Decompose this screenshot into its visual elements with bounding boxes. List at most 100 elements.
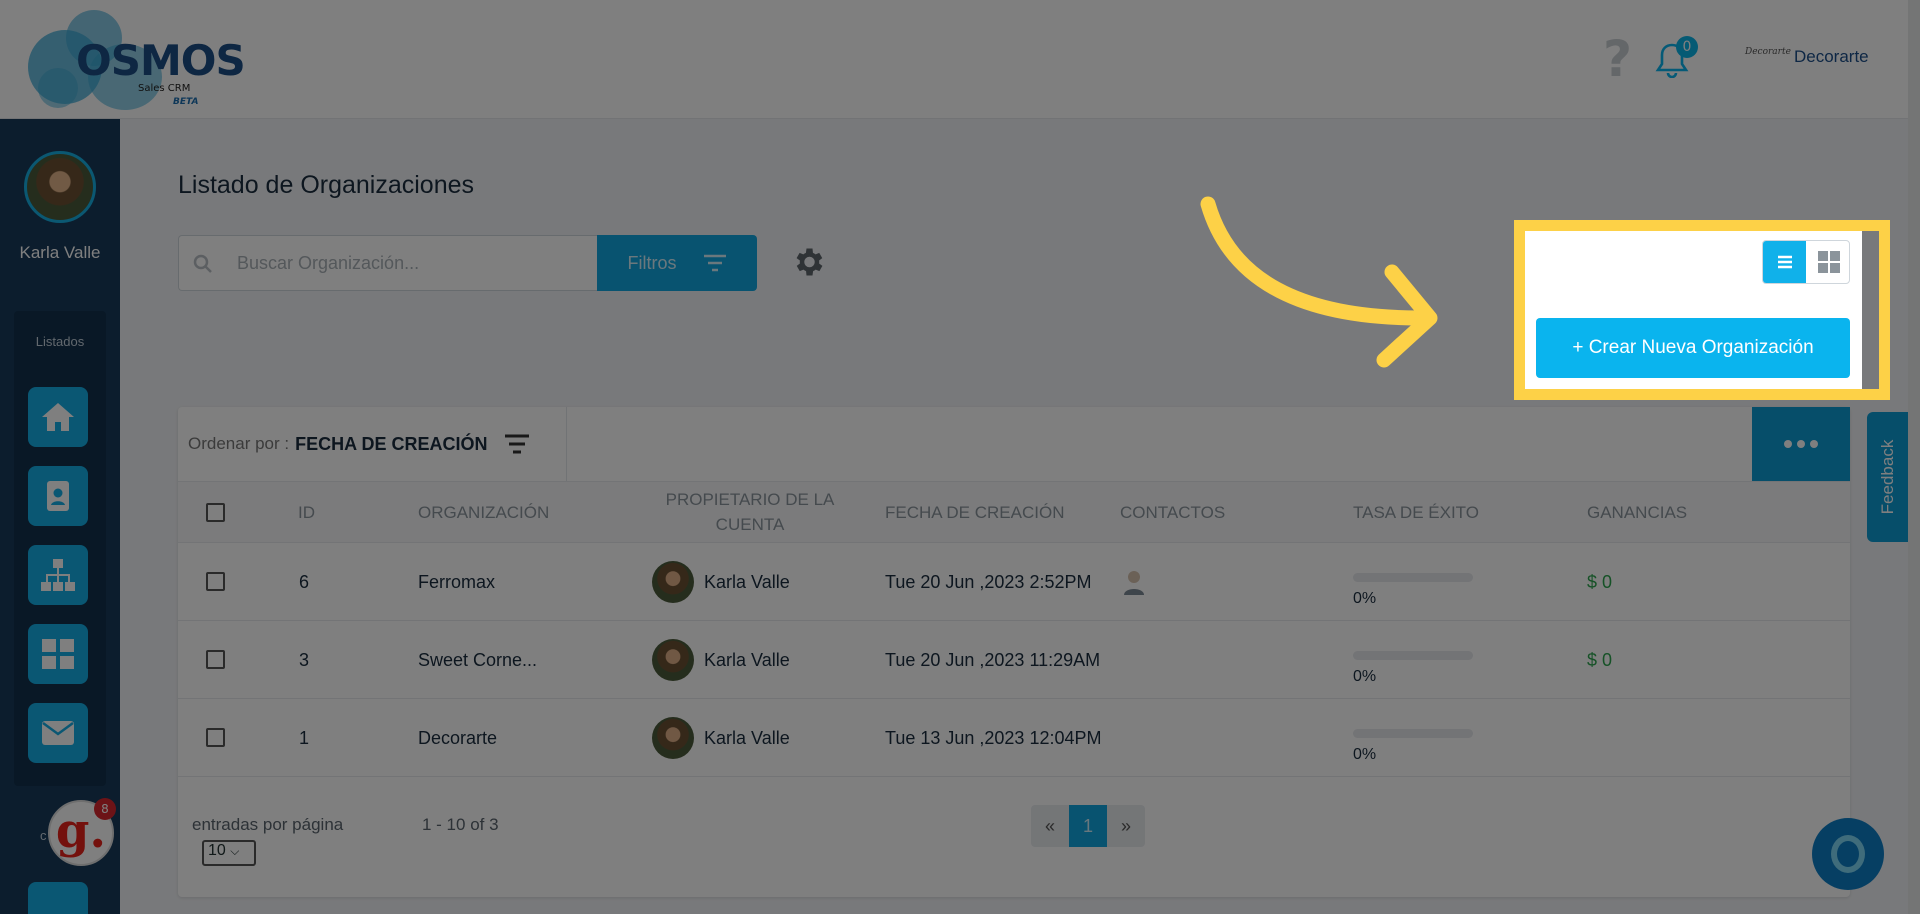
avatar xyxy=(652,717,694,759)
create-organization-button[interactable]: + Crear Nueva Organización xyxy=(1536,318,1850,378)
page-scrollbar[interactable] xyxy=(1908,0,1920,914)
success-rate-text: 0% xyxy=(1353,590,1377,607)
per-page-select[interactable]: 10 ⌵ xyxy=(202,840,256,866)
grid-view-button[interactable] xyxy=(1807,241,1849,283)
row-created: Tue 20 Jun ,2023 11:29AM xyxy=(885,649,1101,670)
row-id: 3 xyxy=(299,649,310,670)
row-earnings: $ 0 xyxy=(1587,649,1613,670)
list-view-icon xyxy=(1777,255,1792,269)
filter-icon xyxy=(703,254,726,272)
per-page-label: entradas por página xyxy=(192,815,344,834)
row-success-rate: 0% xyxy=(1353,651,1473,686)
filters-label: Filtros xyxy=(627,252,677,273)
row-earnings: $ 0 xyxy=(1587,571,1613,592)
list-view-button[interactable] xyxy=(1763,241,1806,283)
mail-icon xyxy=(42,721,74,745)
prev-page-button[interactable]: « xyxy=(1031,805,1069,847)
feedback-tab[interactable]: Feedback xyxy=(1867,412,1909,542)
row-checkbox[interactable] xyxy=(206,572,225,591)
col-id[interactable]: ID xyxy=(298,482,315,544)
row-checkbox[interactable] xyxy=(206,728,225,747)
row-created: Tue 20 Jun ,2023 2:52PM xyxy=(885,571,1092,592)
row-success-rate: 0% xyxy=(1353,573,1473,608)
company-name-link[interactable]: Decorarte xyxy=(1794,47,1869,67)
row-owner: Karla Valle xyxy=(652,621,790,699)
user-avatar[interactable] xyxy=(24,151,96,223)
row-owner-name: Karla Valle xyxy=(704,571,790,592)
row-created: Tue 13 Jun ,2023 12:04PM xyxy=(885,727,1102,748)
row-success-rate: 0% xyxy=(1353,729,1473,764)
sort-control[interactable]: Ordenar por : FECHA DE CREACIÓN xyxy=(178,407,567,481)
col-organization[interactable]: ORGANIZACIÓN xyxy=(418,482,549,544)
help-icon[interactable]: ? xyxy=(1603,34,1632,84)
feedback-label: Feedback xyxy=(1878,439,1897,515)
home-icon xyxy=(42,403,74,431)
table-row[interactable]: 6 Ferromax Karla Valle Tue 20 Jun ,2023 … xyxy=(178,543,1850,621)
sidebar-item-contacts[interactable] xyxy=(28,466,88,526)
view-toggle xyxy=(1762,240,1850,284)
row-contacts[interactable] xyxy=(1122,543,1146,621)
sidebar-partial-label: c xyxy=(40,828,47,843)
avatar xyxy=(652,639,694,681)
notification-count-badge: 0 xyxy=(1676,36,1698,58)
sidebar-item-organizations[interactable] xyxy=(28,545,88,605)
search-box xyxy=(178,235,598,291)
sidebar-item-home[interactable] xyxy=(28,387,88,447)
organizations-table: Ordenar por : FECHA DE CREACIÓN ID ORGAN… xyxy=(178,407,1850,897)
next-page-button[interactable]: » xyxy=(1107,805,1145,847)
logo-beta: BETA xyxy=(173,97,199,107)
page-button-1[interactable]: 1 xyxy=(1069,805,1107,847)
col-earnings[interactable]: GANANCIAS xyxy=(1587,482,1687,544)
filters-button[interactable]: Filtros xyxy=(597,235,757,291)
contact-card-icon xyxy=(47,481,69,511)
logo-name: OSMOS xyxy=(76,36,246,85)
sidebar-item-mail[interactable] xyxy=(28,703,88,763)
row-id: 6 xyxy=(299,571,310,592)
success-rate-text: 0% xyxy=(1353,746,1377,763)
success-rate-bar xyxy=(1353,729,1473,738)
company-logo: Decorarte xyxy=(1745,47,1791,57)
contact-person-icon xyxy=(1124,571,1144,595)
select-all-checkbox[interactable] xyxy=(206,503,225,522)
sort-icon xyxy=(505,434,530,454)
row-owner-name: Karla Valle xyxy=(704,649,790,670)
osmos-logo[interactable]: OSMOS Sales CRM BETA xyxy=(28,10,246,110)
pagination-range: 1 - 10 of 3 xyxy=(422,815,499,834)
row-owner: Karla Valle xyxy=(652,699,790,777)
chat-launcher-button[interactable] xyxy=(1812,818,1884,890)
per-page-value: 10 xyxy=(208,842,226,859)
avatar xyxy=(652,561,694,603)
row-id: 1 xyxy=(299,727,310,748)
grid-view-icon xyxy=(1817,251,1840,273)
tutorial-arrow-icon xyxy=(1200,196,1438,368)
more-options-button[interactable] xyxy=(1752,407,1850,481)
row-owner: Karla Valle xyxy=(652,543,790,621)
g-widget-count: 8 xyxy=(94,798,116,820)
page-title: Listado de Organizaciones xyxy=(178,171,475,199)
success-rate-bar xyxy=(1353,573,1473,582)
sort-label: Ordenar por : xyxy=(188,434,290,453)
gear-icon[interactable] xyxy=(790,244,826,280)
search-input[interactable] xyxy=(237,236,587,290)
sort-value: FECHA DE CREACIÓN xyxy=(295,433,488,454)
logo-subtitle: Sales CRM xyxy=(138,83,191,94)
dashboard-icon xyxy=(42,639,74,669)
chat-icon xyxy=(1831,835,1865,873)
col-success-rate[interactable]: TASA DE ÉXITO xyxy=(1353,482,1479,544)
table-row[interactable]: 3 Sweet Corne... Karla Valle Tue 20 Jun … xyxy=(178,621,1850,699)
table-row[interactable]: 1 Decorarte Karla Valle Tue 13 Jun ,2023… xyxy=(178,699,1850,777)
top-bar: OSMOS Sales CRM BETA ? 0 Decorarte Decor… xyxy=(0,0,1920,119)
chevron-down-icon: ⌵ xyxy=(230,844,240,858)
sidebar-item-dashboard[interactable] xyxy=(28,624,88,684)
row-organization-link[interactable]: Decorarte xyxy=(418,699,497,777)
success-rate-bar xyxy=(1353,651,1473,660)
org-chart-icon xyxy=(41,559,75,591)
col-created[interactable]: FECHA DE CREACIÓN xyxy=(885,482,1064,544)
row-checkbox[interactable] xyxy=(206,650,225,669)
sidebar-item-goals[interactable] xyxy=(28,882,88,914)
success-rate-text: 0% xyxy=(1353,668,1377,685)
row-organization-link[interactable]: Sweet Corne... xyxy=(418,621,537,699)
col-owner[interactable]: PROPIETARIO DE LA CUENTA xyxy=(665,482,835,544)
col-contacts[interactable]: CONTACTOS xyxy=(1120,482,1225,544)
row-organization-link[interactable]: Ferromax xyxy=(418,543,495,621)
